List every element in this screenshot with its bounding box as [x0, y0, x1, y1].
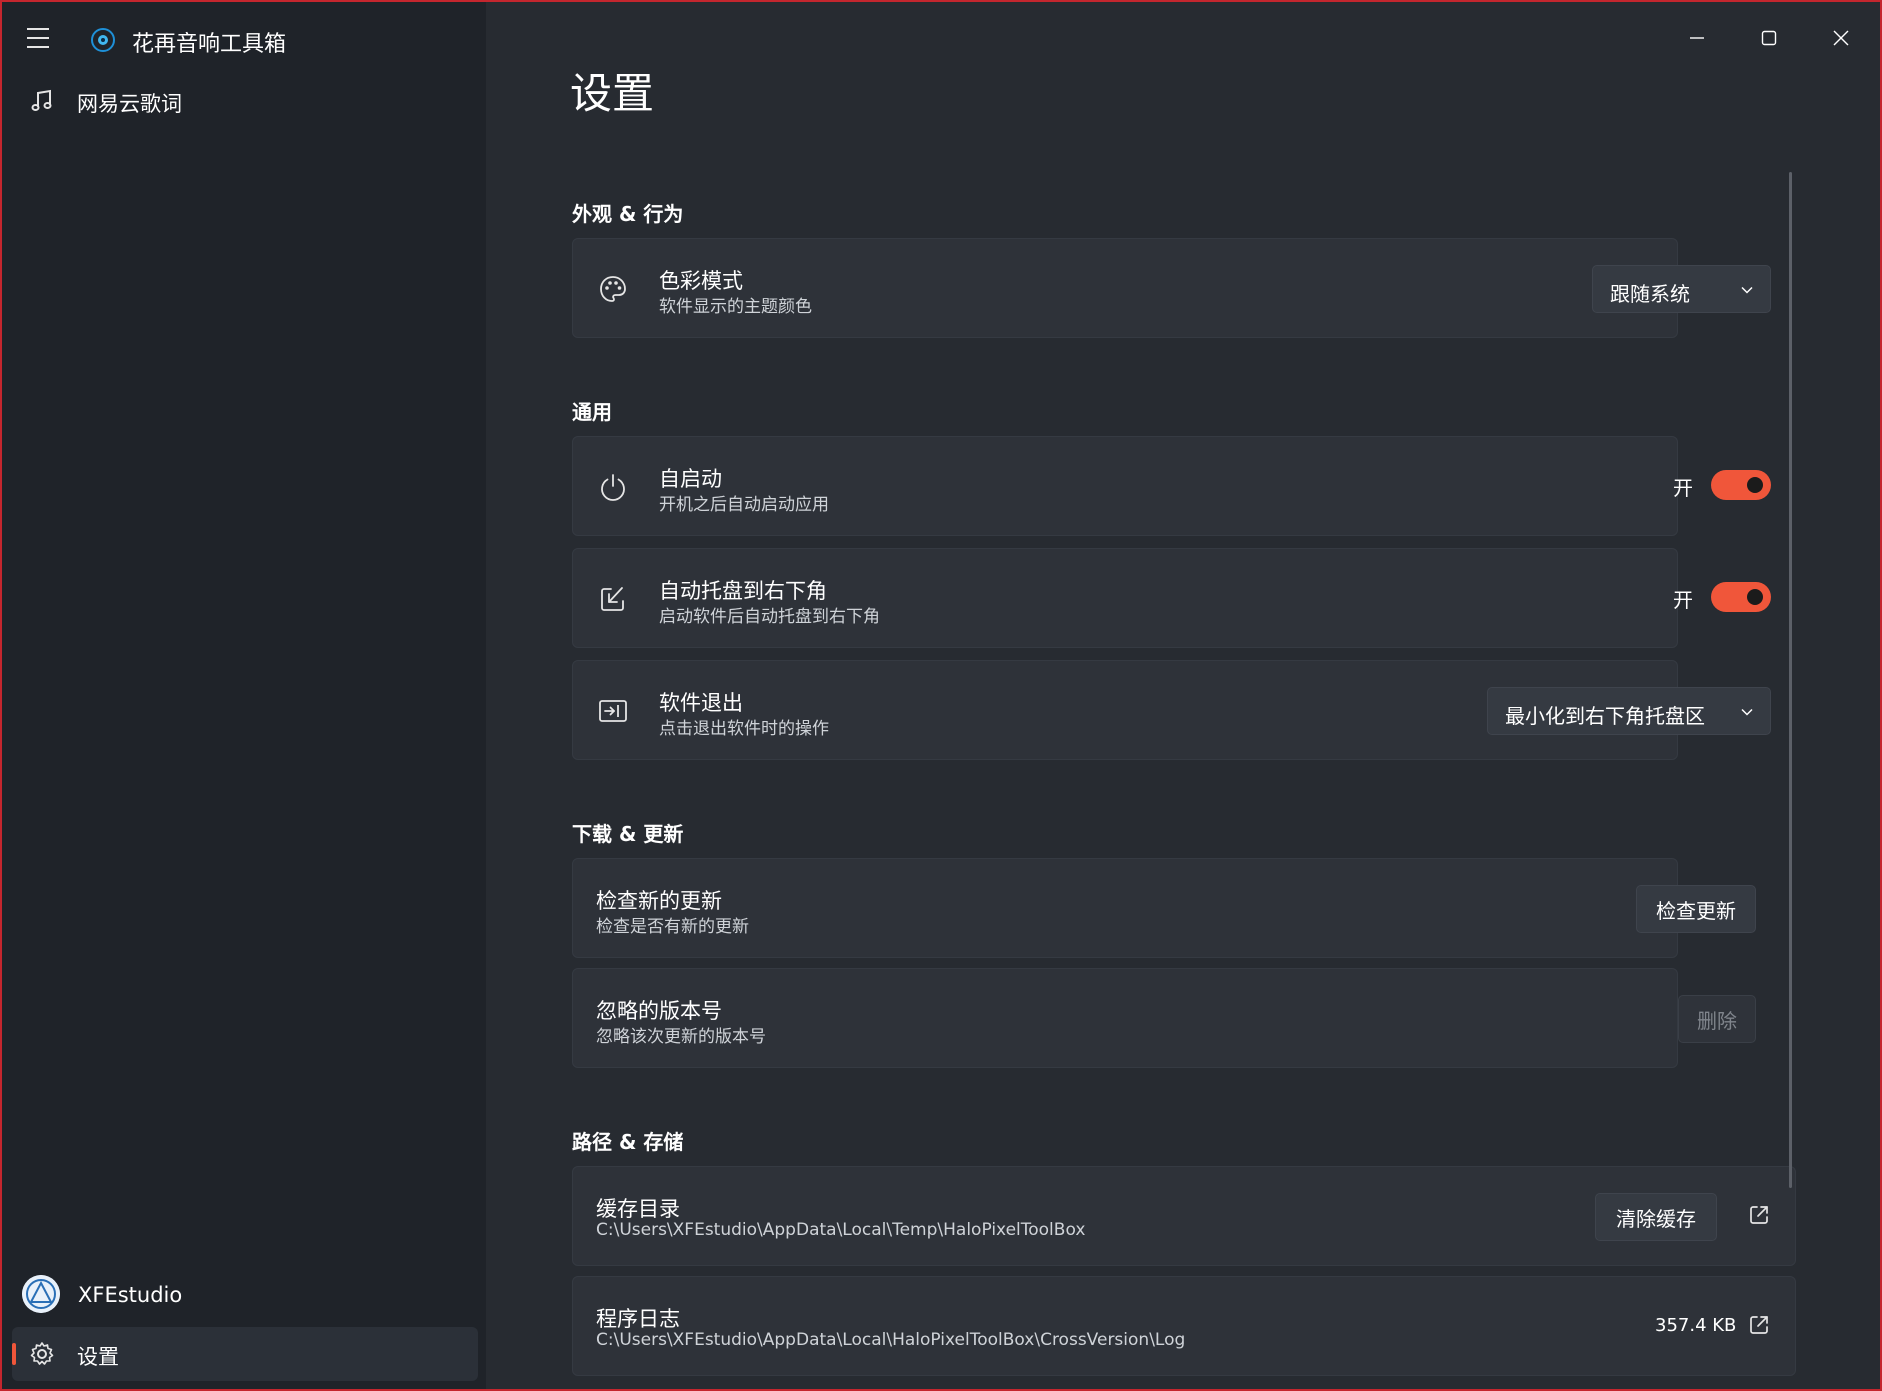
vertical-scrollbar[interactable] [1789, 172, 1792, 1188]
hamburger-menu-icon[interactable] [27, 28, 53, 50]
toggle-state-label: 开 [1673, 588, 1693, 612]
card-title: 缓存目录 [596, 1197, 680, 1221]
check-update-button[interactable]: 检查更新 [1636, 885, 1756, 933]
ignored-version-card: 忽略的版本号 忽略该次更新的版本号 删除 [572, 968, 1756, 1068]
music-note-icon [31, 89, 52, 111]
auto-tray-card: 自动托盘到右下角 启动软件后自动托盘到右下角 开 [572, 548, 1771, 648]
gear-icon [30, 1342, 54, 1365]
maximize-icon[interactable] [1747, 20, 1791, 56]
sidebar: 花再音响工具箱 网易云歌词 XFEstudio 设置 [2, 2, 486, 1389]
section-title-update: 下载 & 更新 [572, 822, 684, 846]
card-description: 开机之后自动启动应用 [659, 495, 829, 515]
color-mode-dropdown[interactable]: 跟随系统 [1592, 265, 1771, 313]
card-title: 色彩模式 [659, 269, 743, 293]
minimize-icon[interactable] [1675, 20, 1719, 56]
delete-ignored-version-button[interactable]: 删除 [1678, 995, 1756, 1043]
power-icon [601, 474, 625, 501]
auto-tray-toggle[interactable] [1711, 582, 1771, 612]
page-title: 设置 [570, 69, 655, 118]
section-title-storage: 路径 & 存储 [572, 1130, 684, 1154]
sidebar-item-label: 网易云歌词 [77, 92, 182, 116]
card-title: 自动托盘到右下角 [659, 579, 827, 603]
user-name: XFEstudio [78, 1283, 183, 1307]
exit-behavior-card: 软件退出 点击退出软件时的操作 最小化到右下角托盘区 [572, 660, 1771, 760]
exit-icon [599, 700, 627, 722]
card-description: 软件显示的主题颜色 [659, 297, 812, 317]
chevron-down-icon [1741, 286, 1753, 294]
autostart-toggle[interactable] [1711, 470, 1771, 500]
cache-directory-card: 缓存目录 C:\Users\XFEstudio\AppData\Local\Te… [572, 1166, 1796, 1266]
card-description: 忽略该次更新的版本号 [596, 1027, 766, 1047]
dropdown-value: 最小化到右下角托盘区 [1505, 704, 1705, 728]
chevron-down-icon [1741, 708, 1753, 716]
open-external-icon[interactable] [1747, 1313, 1771, 1337]
active-indicator [12, 1343, 16, 1365]
card-title: 忽略的版本号 [596, 999, 722, 1023]
sidebar-item-label: 设置 [77, 1345, 119, 1369]
app-logo-icon [91, 28, 115, 52]
toggle-state-label: 开 [1673, 476, 1693, 500]
settings-page: 设置 外观 & 行为 色彩模式 软件显示的主题颜色 跟随系统 通用 自启动 开机… [486, 2, 1880, 1389]
sidebar-item-settings[interactable]: 设置 [12, 1327, 478, 1381]
card-description: 检查是否有新的更新 [596, 917, 749, 937]
palette-icon [600, 276, 626, 302]
exit-behavior-dropdown[interactable]: 最小化到右下角托盘区 [1487, 687, 1771, 735]
card-title: 检查新的更新 [596, 889, 722, 913]
program-log-card: 程序日志 C:\Users\XFEstudio\AppData\Local\Ha… [572, 1276, 1796, 1376]
cache-path: C:\Users\XFEstudio\AppData\Local\Temp\Ha… [596, 1220, 1086, 1240]
close-icon[interactable] [1819, 20, 1863, 56]
clear-cache-button[interactable]: 清除缓存 [1595, 1193, 1717, 1241]
card-title: 程序日志 [596, 1307, 680, 1331]
sidebar-item-netease-lyrics[interactable]: 网易云歌词 [12, 74, 478, 128]
color-mode-card: 色彩模式 软件显示的主题颜色 跟随系统 [572, 238, 1771, 338]
section-title-general: 通用 [572, 400, 612, 424]
card-description: 启动软件后自动托盘到右下角 [659, 607, 880, 627]
section-title-appearance: 外观 & 行为 [572, 202, 684, 226]
open-external-icon[interactable] [1747, 1203, 1771, 1227]
app-title: 花再音响工具箱 [132, 32, 287, 57]
arrow-down-left-icon [601, 587, 624, 611]
card-title: 软件退出 [659, 691, 743, 715]
card-description: 点击退出软件时的操作 [659, 719, 829, 739]
log-path: C:\Users\XFEstudio\AppData\Local\HaloPix… [596, 1330, 1186, 1350]
check-update-card: 检查新的更新 检查是否有新的更新 检查更新 [572, 858, 1756, 958]
user-avatar[interactable] [22, 1275, 60, 1313]
log-size: 357.4 KB [1655, 1315, 1737, 1336]
app-window: 花再音响工具箱 网易云歌词 XFEstudio 设置 设置 外观 & 行为 色彩… [0, 0, 1882, 1391]
dropdown-value: 跟随系统 [1610, 282, 1690, 306]
autostart-card: 自启动 开机之后自动启动应用 开 [572, 436, 1771, 536]
card-title: 自启动 [659, 467, 722, 491]
